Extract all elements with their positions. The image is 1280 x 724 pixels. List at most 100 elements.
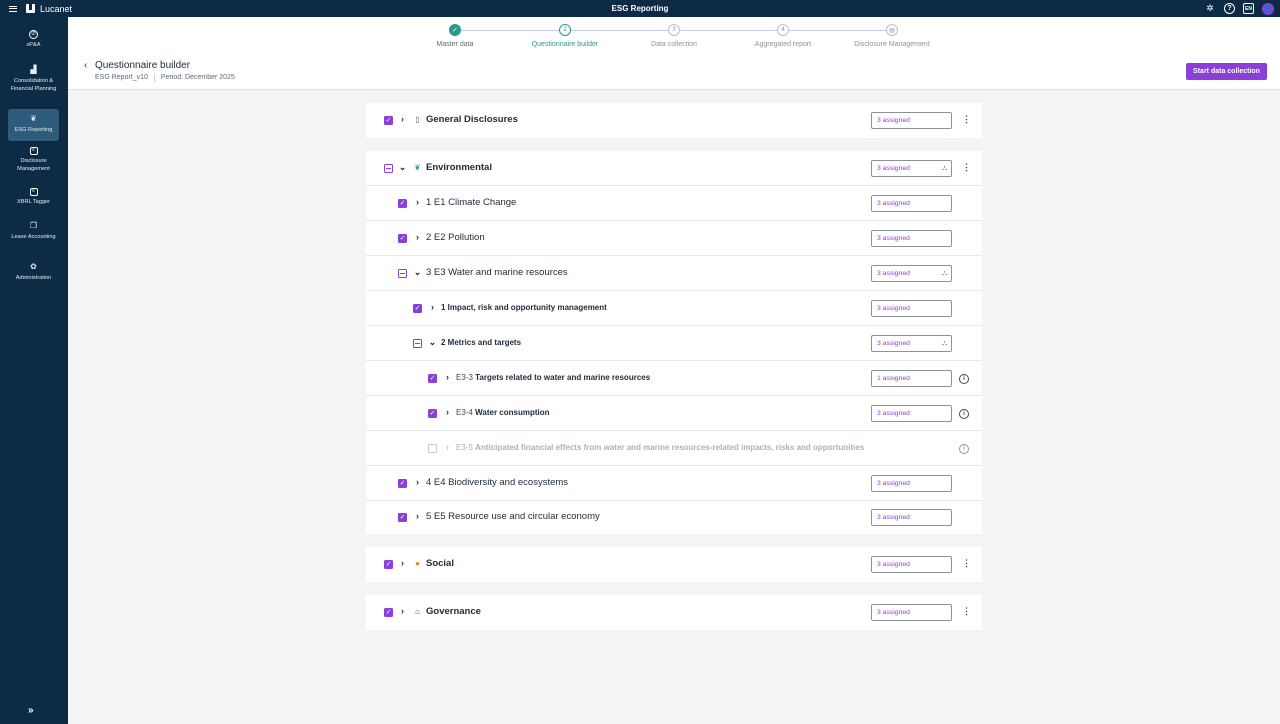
sidebar-item-xpa[interactable]: ⊘ xP&A <box>8 30 59 50</box>
sidebar: ⊘ xP&A ▟ Consolidation & Financial Plann… <box>0 17 68 724</box>
tree-row-e3-4[interactable]: ✓ › E3-4 Water consumption 3 assigned i <box>366 396 982 431</box>
assigned-value: 3 assigned <box>877 480 910 487</box>
checkbox[interactable]: ✓ <box>398 479 407 488</box>
chevron-right-icon[interactable]: › <box>398 558 407 568</box>
section-row-environmental[interactable]: ⌄ ❦ Environmental 3 assigned ⛬ ⋮ <box>366 151 982 186</box>
brand[interactable]: Lucanet <box>26 4 72 14</box>
more-vert-icon[interactable]: ⋮ <box>962 114 971 125</box>
step-master-data[interactable]: ✓ Master data <box>400 24 510 48</box>
checkbox[interactable] <box>384 164 393 173</box>
checkbox[interactable]: ✓ <box>398 234 407 243</box>
assigned-field[interactable]: 3 assigned <box>871 556 952 573</box>
checkbox[interactable] <box>428 444 437 453</box>
section-card-social: ✓ › ● Social 3 assigned ⋮ <box>366 547 982 582</box>
sidebar-item-consolidation[interactable]: ▟ Consolidation & Financial Planning <box>8 65 59 93</box>
disclosure-title: Anticipated financial effects from water… <box>475 443 865 452</box>
checkbox[interactable]: ✓ <box>398 199 407 208</box>
hierarchy-icon[interactable]: ⛬ <box>942 165 947 173</box>
chevron-down-icon[interactable]: ⌄ <box>413 267 422 278</box>
tree-row-e2[interactable]: ✓ › 2 E2 Pollution 3 assigned <box>366 221 982 256</box>
hierarchy-icon[interactable]: ⛬ <box>942 340 947 348</box>
language-icon[interactable]: EN <box>1243 3 1254 14</box>
assigned-field[interactable]: 3 assigned <box>871 604 952 621</box>
tree-row-e3-5[interactable]: › E3-5 Anticipated financial effects fro… <box>366 431 982 466</box>
start-data-collection-button[interactable]: Start data collection <box>1186 63 1267 80</box>
assigned-field[interactable]: 3 assigned ⛬ <box>871 265 952 282</box>
step-data-collection[interactable]: 3 Data collection <box>619 24 729 48</box>
assigned-field[interactable]: 3 assigned <box>871 195 952 212</box>
info-icon[interactable]: i <box>959 374 969 384</box>
lucanet-logo-icon <box>26 4 35 13</box>
sidebar-item-label: Administration <box>15 275 52 281</box>
document-icon: ≡ <box>29 147 38 155</box>
sidebar-item-esg-reporting[interactable]: ❦ ESG Reporting <box>8 109 59 141</box>
chevron-right-icon[interactable]: › <box>413 232 422 242</box>
step-questionnaire-builder[interactable]: 2 Questionnaire builder <box>510 24 620 48</box>
more-vert-icon[interactable]: ⋮ <box>962 162 971 173</box>
chevron-down-icon[interactable]: ⌄ <box>398 162 407 173</box>
row-label: 1 Impact, risk and opportunity managemen… <box>441 303 607 312</box>
section-row-governance[interactable]: ✓ › ⌂ Governance 3 assigned ⋮ <box>366 595 982 630</box>
assigned-field[interactable]: 3 assigned <box>871 509 952 526</box>
assigned-field[interactable]: 3 assigned <box>871 405 952 422</box>
section-card-general: ✓ › ▯ General Disclosures 3 assigned ⋮ <box>366 103 982 138</box>
tree-row-e4[interactable]: ✓ › 4 E4 Biodiversity and ecosystems 3 a… <box>366 466 982 501</box>
chevron-down-icon[interactable]: ⌄ <box>428 337 437 348</box>
assigned-field[interactable]: 1 assigned <box>871 370 952 387</box>
tree-row-e3-1[interactable]: ✓ › 1 Impact, risk and opportunity manag… <box>366 291 982 326</box>
assigned-field[interactable]: 3 assigned <box>871 300 952 317</box>
info-icon[interactable]: i <box>959 444 969 454</box>
tree-row-e5[interactable]: ✓ › 5 E5 Resource use and circular econo… <box>366 500 982 535</box>
checkbox[interactable]: ✓ <box>413 304 422 313</box>
section-row-social[interactable]: ✓ › ● Social 3 assigned ⋮ <box>366 547 982 582</box>
sidebar-item-label: ESG Reporting <box>14 127 53 133</box>
step-aggregated-report[interactable]: 4 Aggregated report <box>728 24 838 48</box>
row-label: E3-3 Targets related to water and marine… <box>456 373 650 382</box>
sidebar-item-lease[interactable]: ❐ Lease Accounting <box>8 221 59 242</box>
more-vert-icon[interactable]: ⋮ <box>962 558 971 569</box>
back-icon[interactable]: ‹ <box>84 60 87 71</box>
sidebar-item-administration[interactable]: ✿ Administration <box>8 262 59 283</box>
chevron-right-icon[interactable]: › <box>443 442 452 452</box>
checkbox[interactable]: ✓ <box>428 374 437 383</box>
hierarchy-icon[interactable]: ⛬ <box>942 270 947 278</box>
checkbox[interactable]: ✓ <box>384 116 393 125</box>
checkbox[interactable]: ✓ <box>398 513 407 522</box>
settings-icon[interactable]: ✲ <box>1204 3 1216 15</box>
chevron-right-icon[interactable]: › <box>443 407 452 417</box>
brand-name: Lucanet <box>40 3 73 14</box>
step-disclosure-management[interactable]: ▤ Disclosure Management <box>837 24 947 48</box>
chevron-right-icon[interactable]: › <box>428 302 437 312</box>
assigned-field[interactable]: 3 assigned <box>871 112 952 129</box>
tree-row-e3-2[interactable]: ⌄ 2 Metrics and targets 3 assigned ⛬ <box>366 326 982 361</box>
help-icon[interactable]: ? <box>1224 3 1235 14</box>
disclosure-code: E3-5 <box>456 443 473 452</box>
sidebar-item-label: Disclosure Management <box>17 158 50 172</box>
assigned-field[interactable]: 3 assigned <box>871 475 952 492</box>
checkbox[interactable] <box>398 269 407 278</box>
avatar[interactable]: 👤 <box>1262 2 1274 15</box>
section-row-general[interactable]: ✓ › ▯ General Disclosures 3 assigned ⋮ <box>366 103 982 138</box>
tree-row-e1[interactable]: ✓ › 1 E1 Climate Change 3 assigned <box>366 186 982 221</box>
checkbox[interactable]: ✓ <box>384 560 393 569</box>
tree-row-e3[interactable]: ⌄ 3 E3 Water and marine resources 3 assi… <box>366 256 982 291</box>
expand-sidebar-icon[interactable]: » <box>28 705 34 716</box>
chevron-right-icon[interactable]: › <box>443 372 452 382</box>
sidebar-item-xbrl[interactable]: ≡ XBRL Tagger <box>8 188 59 207</box>
checkbox[interactable]: ✓ <box>384 608 393 617</box>
tree-row-e3-3[interactable]: ✓ › E3-3 Targets related to water and ma… <box>366 361 982 396</box>
checkbox[interactable] <box>413 339 422 348</box>
assigned-field[interactable]: 3 assigned <box>871 230 952 247</box>
menu-icon[interactable] <box>3 0 23 17</box>
sidebar-item-disclosure[interactable]: ≡ Disclosure Management <box>8 147 59 173</box>
chevron-right-icon[interactable]: › <box>413 511 422 521</box>
info-icon[interactable]: i <box>959 409 969 419</box>
assigned-field[interactable]: 3 assigned ⛬ <box>871 160 952 177</box>
checkbox[interactable]: ✓ <box>428 409 437 418</box>
chevron-right-icon[interactable]: › <box>398 114 407 124</box>
chevron-right-icon[interactable]: › <box>413 197 422 207</box>
chevron-right-icon[interactable]: › <box>413 477 422 487</box>
assigned-field[interactable]: 3 assigned ⛬ <box>871 335 952 352</box>
more-vert-icon[interactable]: ⋮ <box>962 606 971 617</box>
chevron-right-icon[interactable]: › <box>398 606 407 616</box>
